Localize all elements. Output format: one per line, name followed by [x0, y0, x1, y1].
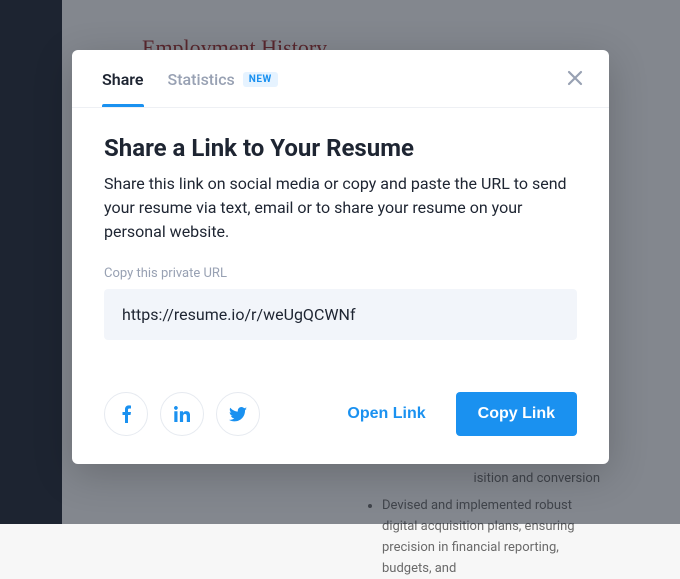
modal-body: Share a Link to Your Resume Share this l… [72, 108, 609, 368]
tab-statistics-label: Statistics [168, 70, 235, 89]
tab-share[interactable]: Share [102, 52, 144, 106]
url-field-label: Copy this private URL [104, 266, 577, 281]
tab-statistics[interactable]: Statistics NEW [168, 52, 278, 106]
open-link-button[interactable]: Open Link [325, 393, 447, 435]
copy-link-button[interactable]: Copy Link [456, 392, 577, 436]
twitter-icon [229, 407, 247, 422]
new-badge: NEW [243, 72, 278, 87]
modal-title: Share a Link to Your Resume [104, 134, 577, 162]
linkedin-icon [174, 406, 190, 422]
url-input[interactable]: https://resume.io/r/weUgQCWNf [104, 289, 577, 340]
linkedin-button[interactable] [160, 392, 204, 436]
tab-share-label: Share [102, 70, 144, 89]
facebook-icon [122, 405, 131, 423]
modal-tabs: Share Statistics NEW [72, 50, 609, 108]
twitter-button[interactable] [216, 392, 260, 436]
close-button[interactable] [563, 66, 587, 90]
facebook-button[interactable] [104, 392, 148, 436]
share-modal: Share Statistics NEW Share a Link to You… [72, 50, 609, 464]
close-icon [566, 69, 584, 87]
modal-footer: Open Link Copy Link [72, 368, 609, 464]
social-buttons [104, 392, 260, 436]
modal-description: Share this link on social media or copy … [104, 172, 577, 244]
